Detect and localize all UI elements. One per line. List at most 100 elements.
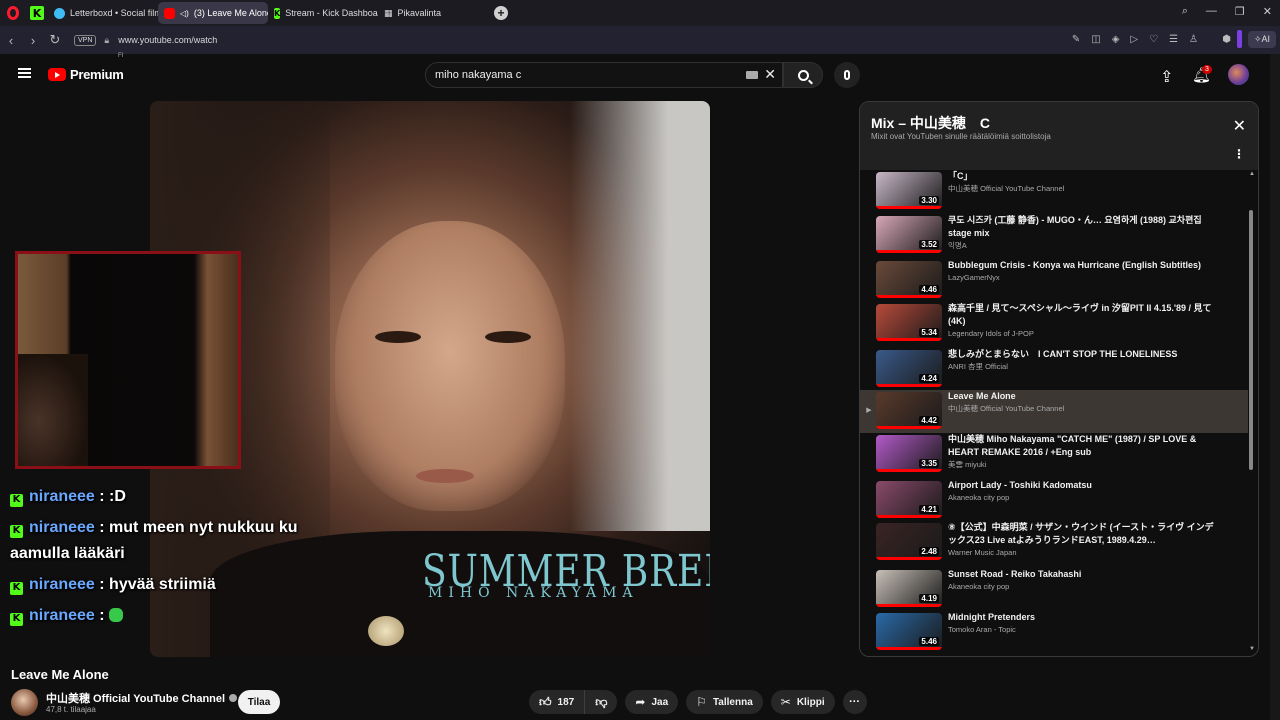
close-window-icon[interactable]: ✕ (1263, 5, 1272, 18)
playlist-scrollbar-thumb[interactable] (1249, 210, 1253, 470)
edit-icon[interactable]: ✎ (1072, 34, 1080, 45)
playlist-item-thumbnail[interactable]: 3.52 (876, 216, 942, 253)
keyboard-icon[interactable] (746, 71, 758, 79)
scroll-up-arrow-icon[interactable]: ▲ (1249, 171, 1255, 177)
frame-eye-right (485, 331, 531, 343)
dislike-button[interactable]: 👎︎ (585, 690, 618, 714)
playlist-item-thumbnail[interactable]: 4.46 (876, 261, 942, 298)
clip-button[interactable]: ✂ Klippi (770, 690, 835, 714)
scroll-down-arrow-icon[interactable]: ▼ (1249, 646, 1255, 652)
playlist-item-channel: 익명A (948, 241, 967, 250)
youtube-icon (164, 7, 175, 19)
like-button[interactable]: 👍︎ 187 (529, 690, 586, 714)
tab-letterboxd[interactable]: Letterboxd • Social film di (48, 2, 158, 24)
search-input[interactable]: miho nakayama c ✕ (425, 62, 783, 88)
heart-icon[interactable]: ♡ (1149, 34, 1158, 45)
playlist-item[interactable]: 4.19 Sunset Road - Reiko Takahashi Akaneok… (860, 568, 1248, 611)
playlist-item[interactable]: 5.46 Midnight Pretenders Tomoko Aran - Top… (860, 611, 1248, 653)
playlist-item[interactable]: 3.52 쿠도 시즈카 (工藤 静香) - MUGO・ん… 요염하게 (1988)… (860, 214, 1248, 259)
tab-speed-dial[interactable]: ▦ Pikavalinta (378, 2, 488, 24)
youtube-premium-logo[interactable]: Premium (48, 67, 124, 82)
playlist-item[interactable]: 4.21 Airport Lady - Toshiki Kadomatsu Akan… (860, 479, 1248, 521)
voice-search-button[interactable] (834, 62, 860, 88)
playlist-item[interactable]: 5.34 森高千里 / 見て〜スペシャル〜ライヴ in 汐留PIT II 4.15… (860, 302, 1248, 348)
duration-badge: 5.34 (919, 328, 939, 337)
search-button[interactable] (783, 62, 823, 88)
tab-label: (3) Leave Me Alone - (193, 8, 268, 18)
microphone-icon (844, 70, 850, 80)
close-playlist-icon[interactable]: ✕ (1233, 116, 1246, 136)
url-field[interactable]: www.youtube.com/watch (118, 35, 217, 45)
kick-icon: K (10, 612, 23, 626)
opera-logo-icon[interactable] (2, 2, 24, 24)
chat-username: niraneee (29, 488, 95, 505)
thumbs-up-icon: 👍︎ (539, 695, 552, 709)
share-label: Jaa (651, 696, 669, 708)
share-arrow-icon: ➦ (635, 695, 646, 709)
playlist-item-thumbnail[interactable]: 4.21 (876, 481, 942, 518)
channel-name[interactable]: 中山美穂 Official YouTube Channel (46, 690, 238, 706)
more-actions-button[interactable]: ··· (842, 690, 867, 714)
duration-badge: 4.46 (919, 285, 939, 294)
playlist-item-title: 中山美穂 Miho Nakayama "CATCH ME" (1987) / S… (948, 434, 1197, 457)
shield-icon[interactable]: ◈ (1112, 34, 1120, 45)
account-avatar[interactable] (1228, 64, 1249, 85)
upload-icon[interactable]: ⇪ (1160, 67, 1173, 87)
playlist-item-thumbnail[interactable]: 2.48 (876, 523, 942, 560)
subscribe-button[interactable]: Tilaa (238, 690, 280, 714)
scissors-icon: ✂ (780, 695, 791, 709)
playlist-item-meta: ⑧【公式】中森明菜 / サザン・ウインド (イースト・ライヴ インデックス23 … (948, 521, 1216, 559)
profile-icon[interactable]: ♙ (1189, 34, 1198, 45)
playlist-item-meta: Bubblegum Crisis - Konya wa Hurricane (E… (948, 259, 1216, 284)
mix-item-list: 3.30 「C」 中山美穂 Official YouTube Channel 3.52… (860, 170, 1248, 653)
guide-menu-icon[interactable] (18, 68, 31, 78)
kick-icon: K (10, 524, 23, 538)
playlist-item[interactable]: 3.30 「C」 中山美穂 Official YouTube Channel (860, 170, 1248, 214)
playlist-item-thumbnail[interactable]: 4.19 (876, 570, 942, 607)
chat-message: Kniraneee : hyvää striimiä (10, 572, 320, 598)
back-icon[interactable]: ‹ (0, 33, 22, 48)
duration-badge: 3.52 (919, 240, 939, 249)
minimize-icon[interactable]: — (1206, 5, 1217, 18)
playlist-menu-icon[interactable]: ⋮ (1233, 147, 1245, 161)
playlist-item[interactable]: 4.46 Bubblegum Crisis - Konya wa Hurrican… (860, 259, 1248, 302)
tab-search-icon[interactable]: ⌕ (1182, 5, 1188, 18)
vpn-badge[interactable]: VPN (74, 34, 97, 46)
extensions-icon[interactable]: ⬢ (1222, 34, 1231, 45)
menu-icon[interactable]: ☰ (1169, 34, 1178, 45)
duration-badge: 4.24 (919, 374, 939, 383)
video-actions: 👍︎ 187 👎︎ ➦ Jaa ⚐ Tallenna ✂ Klippi ··· (529, 690, 867, 714)
lock-icon[interactable]: 🔒︎ (104, 35, 109, 46)
sidebar-indicator (1236, 30, 1242, 48)
play-icon[interactable]: ▷ (1130, 34, 1138, 45)
playlist-item-thumbnail[interactable]: 4.42 (876, 392, 942, 429)
tab-youtube[interactable]: ◁) (3) Leave Me Alone - (158, 2, 268, 24)
chat-text: : :D (99, 488, 126, 505)
new-tab-button[interactable]: + (494, 6, 508, 20)
playlist-item[interactable]: 4.24 悲しみがとまらない I CAN'T STOP THE LONELINES… (860, 348, 1248, 390)
kick-pinned-tab-icon[interactable]: K (26, 2, 48, 24)
playlist-item-thumbnail[interactable]: 4.24 (876, 350, 942, 387)
playlist-item[interactable]: 2.48 ⑧【公式】中森明菜 / サザン・ウインド (イースト・ライヴ インデック… (860, 521, 1248, 568)
clear-search-icon[interactable]: ✕ (764, 66, 776, 83)
playlist-item-thumbnail[interactable]: 3.30 (876, 172, 942, 209)
playlist-item[interactable]: ▶ 4.42 Leave Me Alone 中山美穂 Official YouTube… (860, 390, 1248, 433)
duration-badge: 4.42 (919, 416, 939, 425)
channel-avatar[interactable] (11, 689, 38, 716)
frame-lips (416, 469, 474, 483)
restore-icon[interactable]: ❐ (1235, 5, 1245, 18)
forward-icon[interactable]: › (22, 33, 44, 48)
playlist-item-thumbnail[interactable]: 3.35 (876, 435, 942, 472)
ai-button[interactable]: ✧AI (1247, 30, 1276, 48)
playlist-item[interactable]: 3.35 中山美穂 Miho Nakayama "CATCH ME" (1987)… (860, 433, 1248, 479)
tab-kick-dashboard[interactable]: K Stream - Kick Dashboard (268, 2, 378, 24)
share-button[interactable]: ➦ Jaa (625, 690, 679, 714)
page-scrollbar[interactable] (1270, 54, 1280, 720)
camera-icon[interactable]: ◫ (1091, 34, 1100, 45)
playlist-item-title: 悲しみがとまらない I CAN'T STOP THE LONELINESS (948, 349, 1178, 359)
playlist-item-thumbnail[interactable]: 5.46 (876, 613, 942, 650)
playlist-item-thumbnail[interactable]: 5.34 (876, 304, 942, 341)
reload-icon[interactable]: ↻ (44, 32, 66, 48)
save-button[interactable]: ⚐ Tallenna (686, 690, 763, 714)
speaker-icon[interactable]: ◁) (180, 9, 189, 18)
